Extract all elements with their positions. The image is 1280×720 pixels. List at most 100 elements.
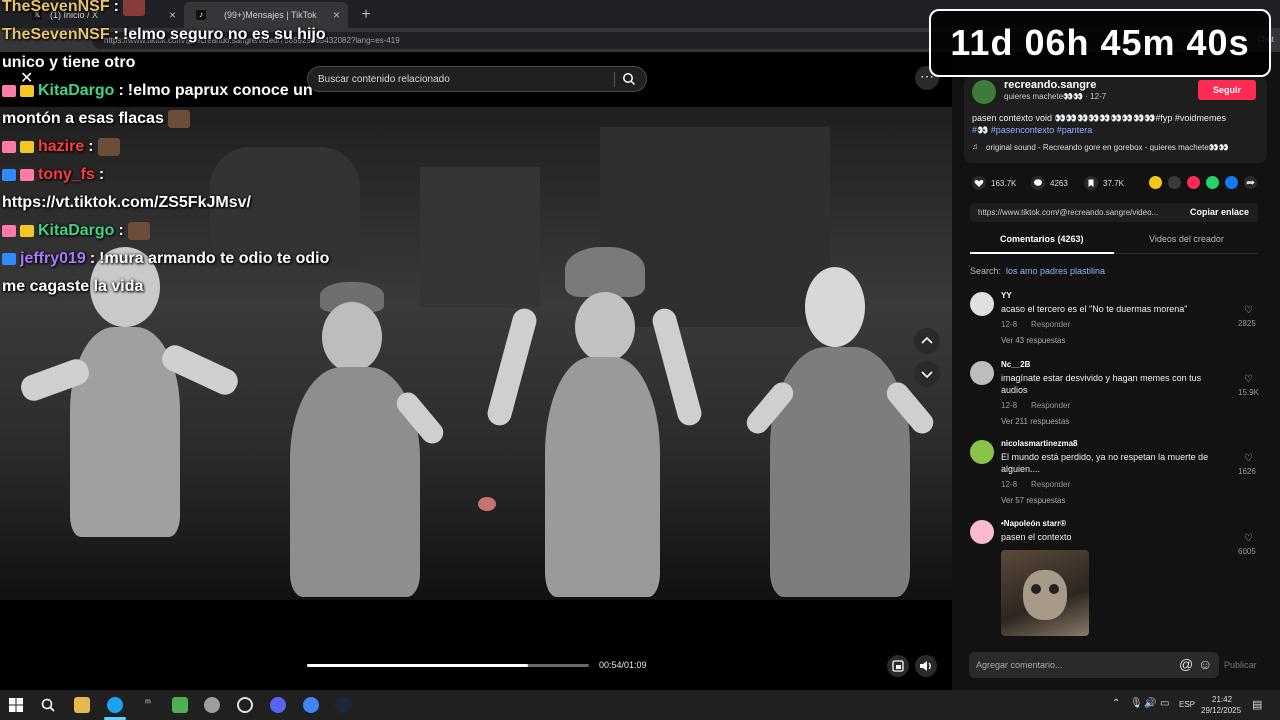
chat-user: jeffry019 <box>20 250 86 267</box>
share-option-icon[interactable] <box>1206 176 1219 189</box>
video-hashtags[interactable]: #👀 #pasencontexto #pantera <box>972 125 1092 136</box>
comment-avatar[interactable] <box>970 440 994 464</box>
windows-taskbar: ᵐ ⌃ 🎙 🔊 ▭ ESP 21:42 29/12/2025 ▤ <box>0 690 1280 720</box>
view-replies-button[interactable]: Ver 57 respuestas <box>1001 496 1065 505</box>
comment-user[interactable]: •Napoleón starr® <box>1001 519 1066 528</box>
comment-text-cont: alguien.... <box>1001 464 1041 474</box>
search-icon[interactable] <box>40 697 56 713</box>
view-replies-button[interactable]: Ver 43 respuestas <box>1001 336 1065 345</box>
pip-button[interactable] <box>887 655 909 677</box>
screen: 𝕏 (1) Inicio / X × ♪ (99+)Mensajes | Tik… <box>0 0 1280 720</box>
share-option-icon[interactable] <box>1168 176 1181 189</box>
share-arrow-icon[interactable]: ➦ <box>1246 176 1255 189</box>
previous-video-button[interactable] <box>914 328 940 354</box>
comment-date: 12-8 <box>1001 480 1018 489</box>
chat-message: https://vt.tiktok.com/ZS5FkJMsv/ <box>2 189 347 217</box>
comment-avatar[interactable] <box>970 292 994 316</box>
tab-comments[interactable]: Comentarios (4263) <box>1000 234 1084 244</box>
reply-button[interactable]: Responder <box>1031 480 1070 489</box>
chat-message: montón a esas flacas <box>2 105 347 133</box>
creator-username[interactable]: recreando.sangre <box>1004 79 1096 91</box>
share-option-icon[interactable] <box>1187 176 1200 189</box>
chat-badge-icon <box>2 141 16 153</box>
tab-creator-videos[interactable]: Videos del creador <box>1149 234 1224 244</box>
heart-icon[interactable]: ♡ <box>1244 374 1253 385</box>
chat-message: KitaDargo: !elmo paprux conoce un <box>2 77 347 105</box>
comment-user[interactable]: nicolasmartinezma8 <box>1001 439 1077 448</box>
like-count[interactable]: 163.7K <box>972 176 1016 190</box>
comment-image[interactable] <box>1001 550 1089 636</box>
bookmark-icon <box>1084 176 1098 190</box>
save-count[interactable]: 37.7K <box>1084 176 1124 190</box>
discord-icon[interactable] <box>270 697 286 713</box>
chat-message: TheSevenNSF : <box>2 0 347 21</box>
comment-icon <box>1031 176 1045 190</box>
chevron-up-icon <box>921 336 933 344</box>
chat-badge-icon <box>2 169 16 181</box>
related-search-input[interactable]: Buscar contenido relacionado <box>307 66 647 92</box>
microphone-icon[interactable]: 🎙 <box>1130 698 1143 709</box>
heart-icon[interactable]: ♡ <box>1244 305 1253 316</box>
share-option-icon[interactable] <box>1149 176 1162 189</box>
publish-button[interactable]: Publicar <box>1224 660 1257 670</box>
chat-text: montón a esas flacas <box>2 110 164 127</box>
clock-date[interactable]: 29/12/2025 <box>1201 706 1241 715</box>
comment-input[interactable]: Agregar comentario... @ ☺ <box>969 652 1219 678</box>
clock-time[interactable]: 21:42 <box>1212 695 1232 704</box>
copy-link-button[interactable]: Copiar enlace <box>1190 207 1249 217</box>
comment-like-count: 15.9K <box>1238 388 1259 397</box>
speaker-icon[interactable]: 🔊 <box>1144 698 1156 709</box>
chat-text: !mura armando te odio te odio <box>99 250 330 267</box>
follow-button[interactable]: Seguir <box>1198 80 1256 100</box>
mention-icon[interactable]: @ <box>1179 656 1193 672</box>
heart-icon[interactable]: ♡ <box>1244 533 1253 544</box>
reply-button[interactable]: Responder <box>1031 401 1070 410</box>
language-indicator[interactable]: ESP <box>1179 700 1195 709</box>
creator-avatar[interactable] <box>972 80 996 104</box>
chevron-down-icon <box>921 371 933 379</box>
volume-button[interactable] <box>915 655 937 677</box>
chat-user: KitaDargo <box>38 222 115 239</box>
chat-message: KitaDargo: <box>2 217 347 245</box>
steam-icon[interactable] <box>335 697 351 713</box>
app-icon[interactable] <box>204 697 220 713</box>
view-replies-button[interactable]: Ver 211 respuestas <box>1001 417 1069 426</box>
comment-avatar[interactable] <box>970 361 994 385</box>
notifications-icon[interactable]: ▤ <box>1252 698 1262 711</box>
search-icon[interactable] <box>622 72 636 86</box>
chat-text: me cagaste la vida <box>2 278 144 295</box>
video-caption: pasen contexto void 👀👀👀👀👀👀👀👀👀#fyp #voidm… <box>972 113 1226 123</box>
network-icon[interactable]: ▭ <box>1160 698 1169 709</box>
new-tab-button[interactable]: + <box>354 4 378 28</box>
chat-separator: : <box>88 138 94 155</box>
tray-chevron-up-icon[interactable]: ⌃ <box>1112 698 1120 709</box>
chat-user: tony_fs <box>38 166 95 183</box>
chat-text: unico y tiene otro <box>2 54 136 71</box>
chat-separator: : <box>118 82 124 99</box>
edge-browser-icon[interactable] <box>107 697 123 713</box>
comment-avatar[interactable] <box>970 520 994 544</box>
chrome-icon[interactable] <box>303 697 319 713</box>
reply-button[interactable]: Responder <box>1031 320 1070 329</box>
windows-start-icon[interactable] <box>8 697 24 713</box>
file-explorer-icon[interactable] <box>74 697 90 713</box>
video-progress-bar[interactable] <box>307 664 589 667</box>
comment-like-count: 1626 <box>1238 467 1256 476</box>
sound-name[interactable]: original sound - Recreando gore en goreb… <box>986 143 1229 152</box>
share-option-icon[interactable] <box>1225 176 1238 189</box>
obs-icon[interactable] <box>237 697 253 713</box>
app-icon[interactable]: ᵐ <box>140 697 156 713</box>
comment-user[interactable]: YY <box>1001 291 1012 300</box>
heart-icon[interactable]: ♡ <box>1244 453 1253 464</box>
next-video-button[interactable] <box>914 361 940 387</box>
minecraft-icon[interactable] <box>172 697 188 713</box>
emoji-icon[interactable]: ☺ <box>1198 656 1212 672</box>
search-hint-query[interactable]: los amo padres plastilina <box>1006 266 1105 276</box>
share-link[interactable]: https://www.tiktok.com/@recreando.sangre… <box>978 208 1158 217</box>
comment-date: 12-8 <box>1001 320 1018 329</box>
comment-count[interactable]: 4263 <box>1031 176 1068 190</box>
chat-separator: : <box>118 222 124 239</box>
comment-text: pasen el contexto <box>1001 532 1072 542</box>
comment-user[interactable]: Nc__2B <box>1001 360 1030 369</box>
chat-message: me cagaste la vida <box>2 273 347 301</box>
